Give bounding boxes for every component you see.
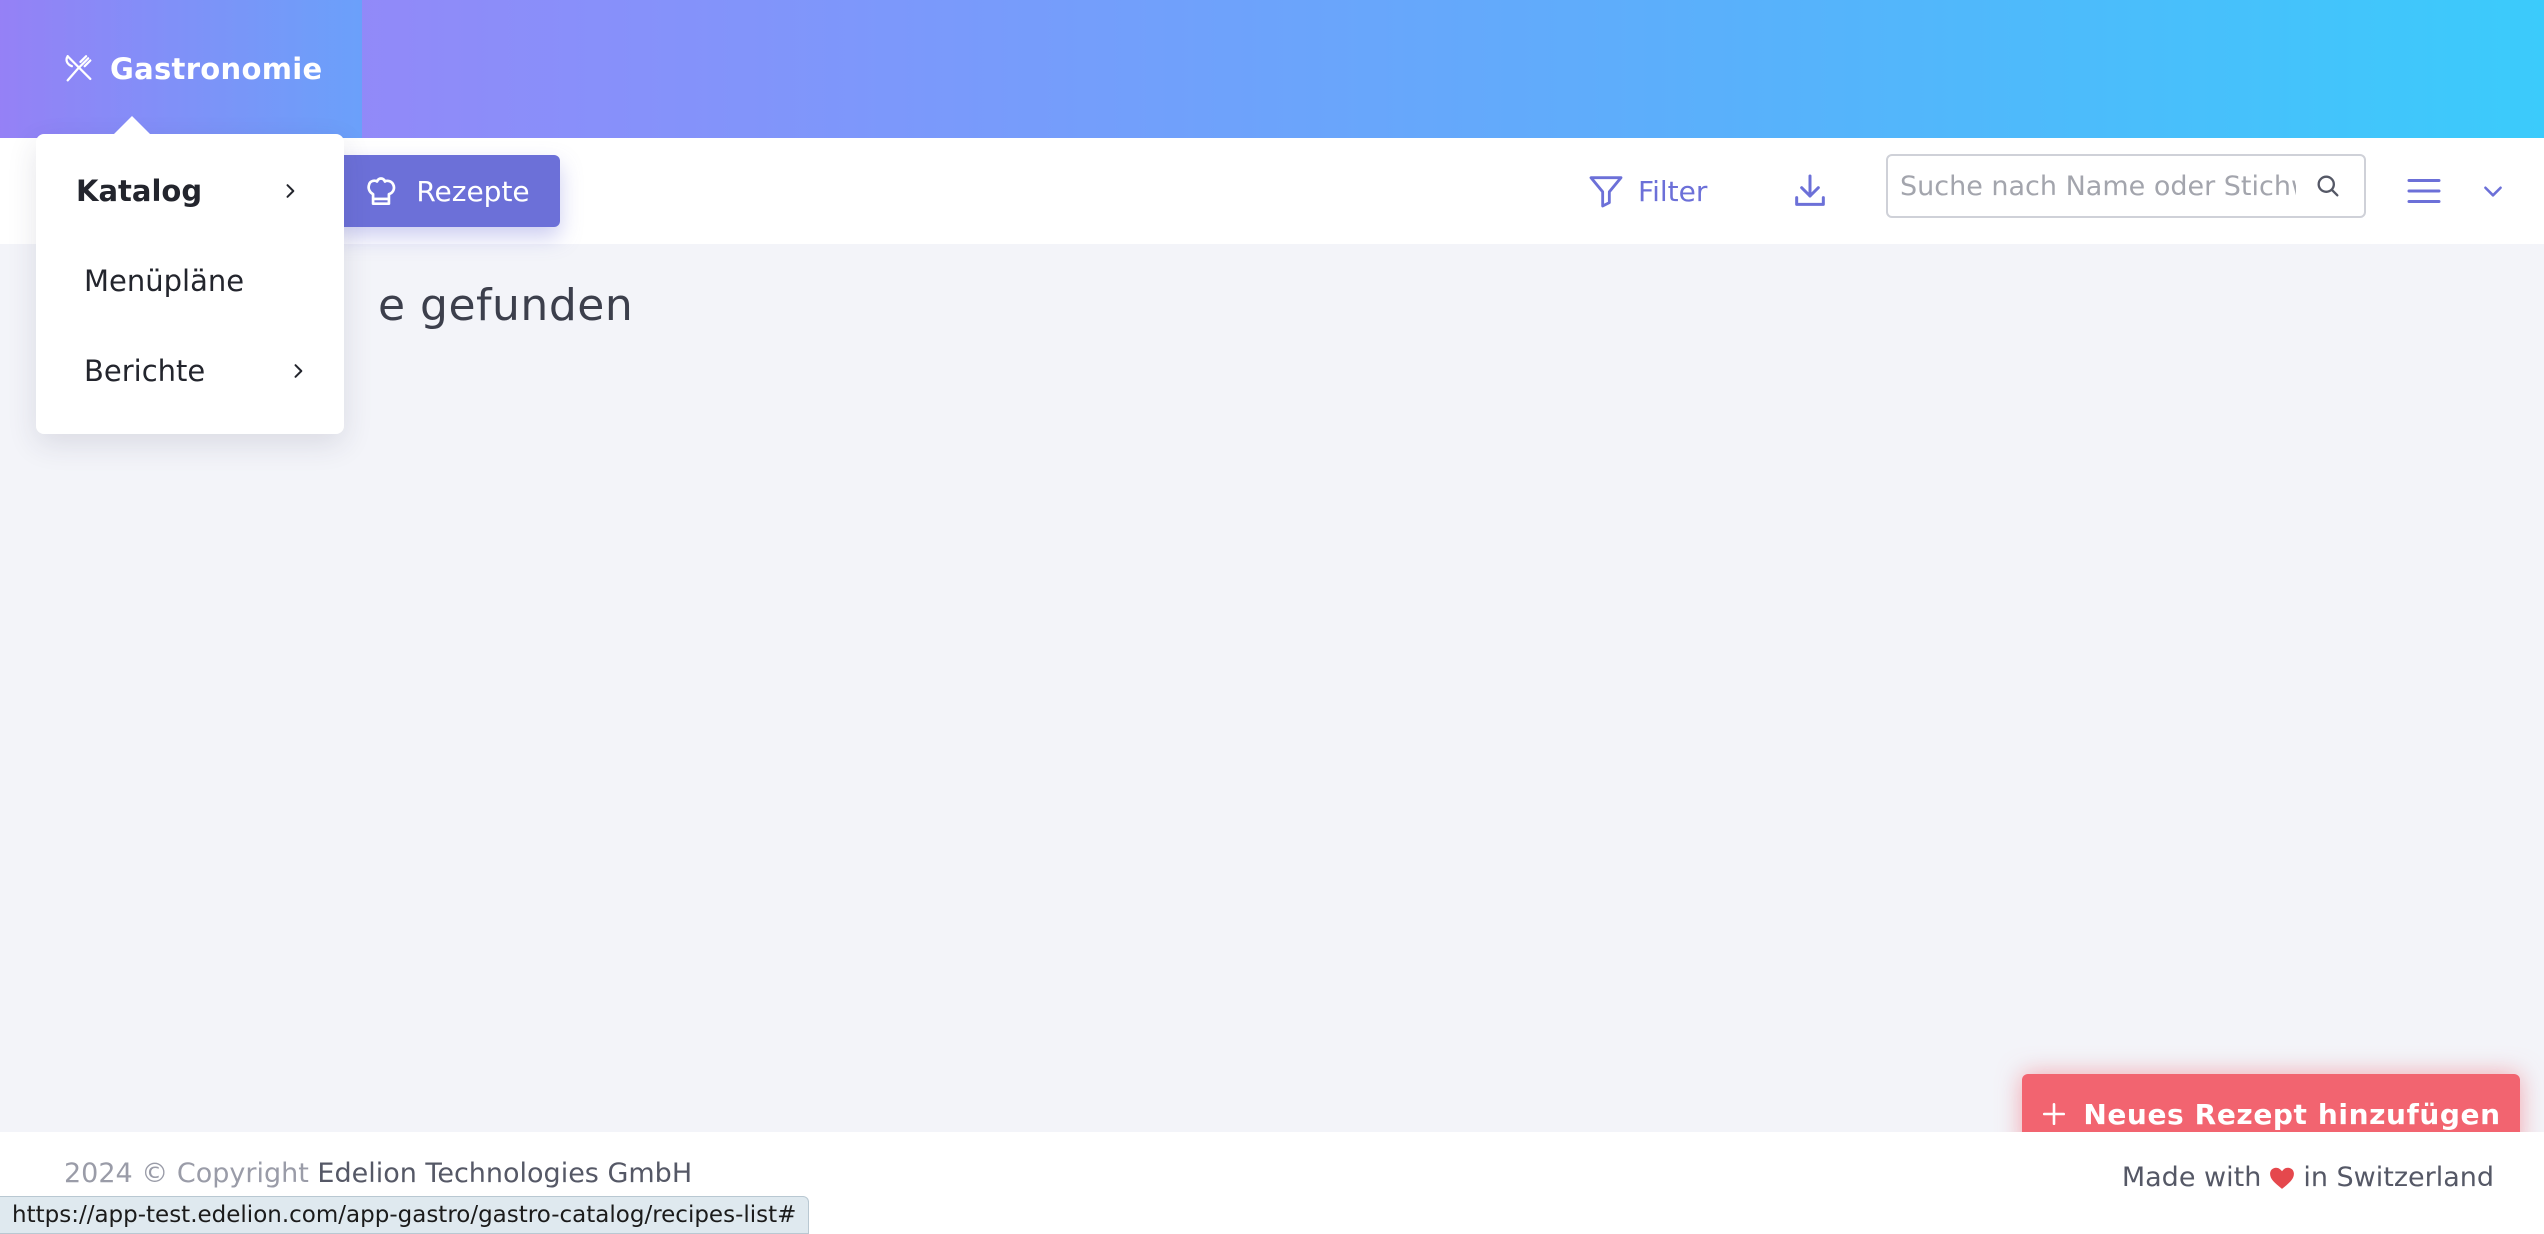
search-field	[1886, 154, 2366, 218]
company-link[interactable]: Edelion Technologies GmbH	[317, 1158, 692, 1189]
heart-icon	[2270, 1167, 2295, 1189]
chevron-right-icon	[286, 184, 295, 198]
brand-label: Gastronomie	[110, 52, 323, 86]
top-bar: Gastronomie	[0, 0, 2544, 138]
made-suffix: in Switzerland	[2303, 1162, 2494, 1193]
menu-item-menuplaene[interactable]: Menüpläne	[36, 246, 344, 316]
chef-hat-icon	[367, 177, 396, 206]
made-prefix: Made with	[2121, 1162, 2262, 1193]
menu-item-berichte[interactable]: Berichte	[36, 336, 344, 406]
menu-item-label: Menüpläne	[84, 264, 245, 298]
rezepte-button[interactable]: Rezepte	[332, 155, 560, 227]
view-menu-toggle[interactable]	[2406, 168, 2506, 214]
dropdown-caret	[114, 116, 150, 134]
search-icon[interactable]	[2314, 172, 2342, 200]
status-bar-url: https://app-test.edelion.com/app-gastro/…	[0, 1196, 810, 1234]
gastronomie-dropdown-menu: Katalog Menüpläne Berichte	[36, 116, 344, 434]
rezepte-label: Rezepte	[416, 174, 530, 208]
made-with-love: Made with in Switzerland	[2122, 1162, 2494, 1193]
filter-button[interactable]: Filter	[1586, 168, 1707, 214]
chevron-right-icon	[294, 364, 303, 378]
copyright-text: 2024 © Copyright Edelion Technologies Gm…	[64, 1158, 692, 1189]
chevron-down-icon	[2484, 186, 2502, 197]
search-input[interactable]	[1898, 169, 2298, 203]
filter-label: Filter	[1638, 174, 1708, 208]
copyright-label: 2024 © Copyright	[64, 1158, 309, 1189]
plus-icon	[2043, 1102, 2066, 1126]
hamburger-icon	[2407, 179, 2441, 203]
menu-item-label: Berichte	[84, 354, 206, 388]
gastronomie-menu-tab[interactable]: Gastronomie	[0, 0, 362, 138]
utensils-icon	[65, 55, 92, 82]
menu-item-label: Katalog	[76, 174, 203, 208]
download-button[interactable]	[1788, 168, 1832, 214]
menu-item-katalog[interactable]: Katalog	[36, 156, 344, 226]
filter-icon	[1589, 176, 1623, 208]
download-icon	[1795, 174, 1825, 206]
toolbar: Rezepte Filter	[0, 138, 2544, 244]
add-recipe-label: Neues Rezept hinzufügen	[2083, 1097, 2501, 1131]
